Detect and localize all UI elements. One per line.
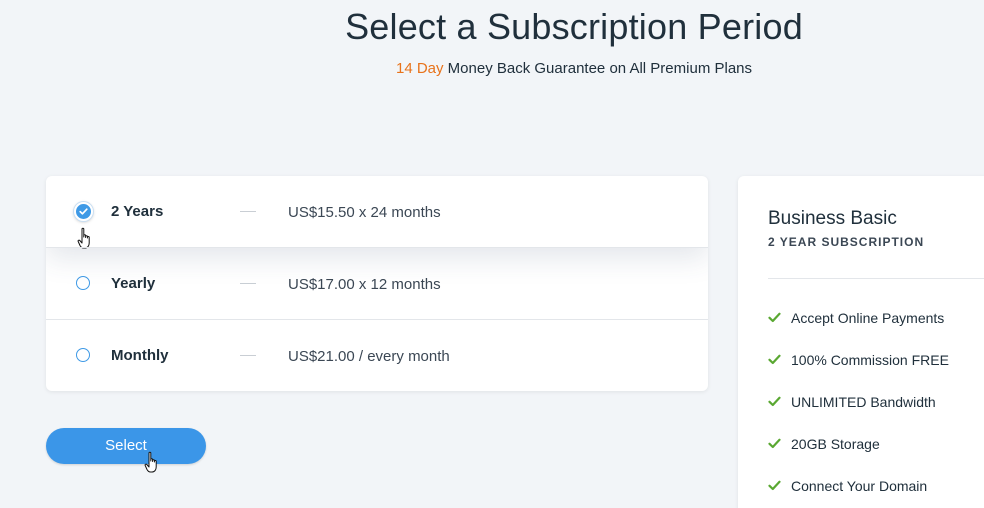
feature-text: 100% Commission FREE [791,352,949,368]
guarantee-text: Money Back Guarantee on All Premium Plan… [443,60,752,77]
period-option-monthly[interactable]: Monthly US$21.00 / every month [46,320,708,391]
radio-icon[interactable] [76,276,90,290]
check-icon [768,480,781,491]
plan-subscription-label: 2 YEAR SUBSCRIPTION [768,235,925,249]
period-label: Monthly [111,347,169,364]
feature-text: Connect Your Domain [791,478,928,494]
separator-dash [240,355,256,356]
page-subtitle: 14 Day Money Back Guarantee on All Premi… [0,60,984,77]
feature-text: UNLIMITED Bandwidth [791,394,936,410]
separator-dash [240,283,256,284]
period-label: 2 Years [111,203,164,220]
check-icon [768,312,781,323]
guarantee-days: 14 Day [395,60,444,77]
feature-text: 20GB Storage [791,436,880,452]
feature-text: Accept Online Payments [791,310,945,326]
period-price: US$17.00 x 12 months [288,276,441,293]
period-option-2-years[interactable]: 2 Years US$15.50 x 24 months [46,176,708,248]
plan-name: Business Basic [768,208,897,229]
separator-dash [240,211,256,212]
period-options: 2 Years US$15.50 x 24 months Yearly US$1… [46,176,708,391]
period-price: US$21.00 / every month [288,348,450,365]
select-button[interactable]: Select [46,428,206,464]
period-option-yearly[interactable]: Yearly US$17.00 x 12 months [46,248,708,320]
plan-summary-card: Business Basic 2 YEAR SUBSCRIPTION Accep… [738,176,984,508]
radio-checked-icon[interactable] [74,202,93,221]
check-icon [768,438,781,449]
subscription-page: Select a Subscription Period 14 Day Mone… [0,0,984,508]
hand-pointer-icon [144,451,157,473]
check-icon [768,396,781,407]
page-title: Select a Subscription Period [345,6,803,47]
divider [768,278,984,279]
period-label: Yearly [111,275,156,292]
period-price: US$15.50 x 24 months [288,204,441,221]
radio-icon[interactable] [76,348,90,362]
check-icon [768,354,781,365]
